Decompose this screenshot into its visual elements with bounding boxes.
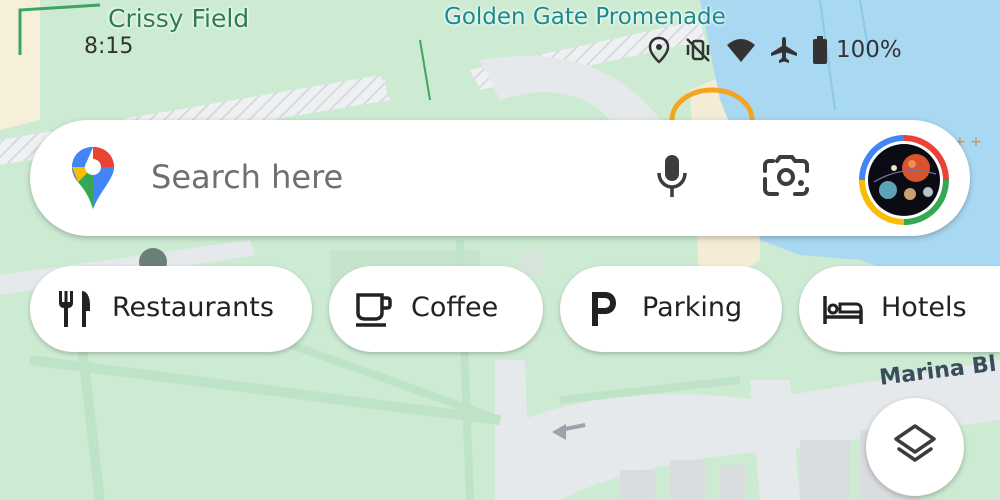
chip-parking[interactable]: Parking xyxy=(560,266,782,352)
lens-search-button[interactable] xyxy=(758,150,814,206)
vibrate-off-icon xyxy=(684,36,712,64)
map-label-golden-gate-promenade: Golden Gate Promenade xyxy=(444,4,726,30)
layers-icon xyxy=(892,422,938,472)
chip-label-parking: Parking xyxy=(642,292,743,323)
chip-coffee[interactable]: Coffee xyxy=(329,266,543,352)
status-time: 8:15 xyxy=(84,34,134,59)
chip-restaurants[interactable]: Restaurants xyxy=(30,266,312,352)
map-label-crissy-field: Crissy Field xyxy=(108,4,250,33)
wifi-icon xyxy=(726,37,756,63)
coffee-cup-icon xyxy=(351,287,395,331)
battery-percent: 100% xyxy=(836,37,902,63)
chip-label-restaurants: Restaurants xyxy=(112,292,274,323)
fork-knife-icon xyxy=(52,287,96,331)
lens-camera-icon xyxy=(763,155,809,201)
status-icons: 100% xyxy=(648,33,902,67)
chip-label-coffee: Coffee xyxy=(411,292,499,323)
maps-pin-logo-icon xyxy=(70,145,116,215)
battery-icon xyxy=(812,36,828,64)
bed-icon xyxy=(821,287,865,331)
search-input[interactable]: Search here xyxy=(151,158,343,196)
chip-label-hotels: Hotels xyxy=(881,292,967,323)
layers-button[interactable] xyxy=(866,398,964,496)
parking-p-icon xyxy=(582,287,626,331)
chip-hotels[interactable]: Hotels xyxy=(799,266,1000,352)
location-icon xyxy=(648,36,670,64)
airplane-icon xyxy=(770,36,798,64)
search-bar[interactable]: Search here xyxy=(30,120,970,236)
voice-search-button[interactable] xyxy=(644,150,700,206)
account-avatar[interactable] xyxy=(858,134,950,226)
map-canvas[interactable]: + + xyxy=(0,0,1000,500)
mic-icon xyxy=(655,153,689,203)
